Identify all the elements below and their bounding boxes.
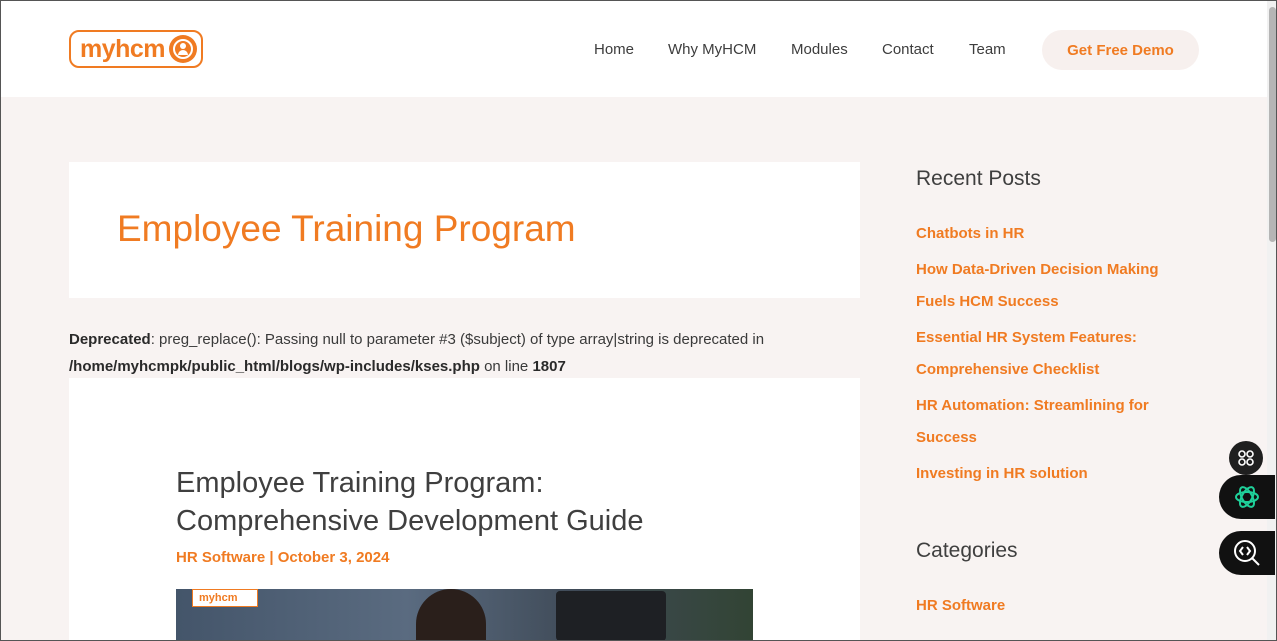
page-title: Employee Training Program	[117, 208, 576, 249]
openai-icon[interactable]	[1219, 475, 1275, 519]
logo-text: myhcm	[80, 34, 166, 63]
article-title[interactable]: Employee Training Program: Comprehensive…	[176, 464, 736, 540]
recent-post-link[interactable]: HR Automation: Streamlining for Success	[916, 390, 1186, 454]
nav-home[interactable]: Home	[594, 41, 634, 58]
deprecated-path: /home/myhcmpk/public_html/blogs/wp-inclu…	[69, 358, 480, 375]
recent-post-link[interactable]: Chatbots in HR	[916, 218, 1186, 250]
article-featured-image[interactable]: myhcm	[176, 589, 753, 640]
nav-modules[interactable]: Modules	[791, 41, 848, 58]
image-person	[416, 589, 486, 640]
nav-why-myhcm[interactable]: Why MyHCM	[668, 41, 756, 58]
apps-grid-icon[interactable]	[1229, 441, 1263, 475]
page-title-card: Employee Training Program	[69, 162, 860, 298]
recent-posts-heading: Recent Posts	[916, 167, 1041, 190]
categories-heading: Categories	[916, 539, 1018, 562]
recent-post-link[interactable]: How Data-Driven Decision Making Fuels HC…	[916, 254, 1186, 318]
get-free-demo-button[interactable]: Get Free Demo	[1042, 30, 1199, 70]
deprecated-on-line: on line	[479, 358, 533, 375]
site-logo[interactable]: myhcm	[69, 30, 203, 68]
deprecated-line-number: 1807	[532, 358, 566, 375]
scrollbar-thumb[interactable]	[1269, 7, 1276, 242]
recent-post-link[interactable]: Investing in HR solution	[916, 458, 1186, 490]
category-link[interactable]: HR Software	[916, 590, 1186, 622]
user-circle-icon	[169, 35, 197, 63]
image-monitor	[556, 591, 666, 640]
nav-team[interactable]: Team	[969, 41, 1006, 58]
article-meta[interactable]: HR Software | October 3, 2024	[176, 549, 389, 566]
code-search-icon[interactable]	[1219, 531, 1275, 575]
image-logo: myhcm	[192, 589, 258, 607]
deprecated-label: Deprecated	[69, 331, 151, 348]
recent-post-link[interactable]: Essential HR System Features: Comprehens…	[916, 322, 1186, 386]
browser-viewport: myhcm Home Why MyHCM Modules Contact Tea…	[0, 0, 1277, 641]
deprecated-message: : preg_replace(): Passing null to parame…	[150, 331, 765, 348]
deprecation-notice: Deprecated: preg_replace(): Passing null…	[69, 326, 859, 380]
nav-contact[interactable]: Contact	[882, 41, 934, 58]
article-card: Employee Training Program: Comprehensive…	[69, 378, 860, 640]
site-header: myhcm Home Why MyHCM Modules Contact Tea…	[1, 1, 1267, 97]
